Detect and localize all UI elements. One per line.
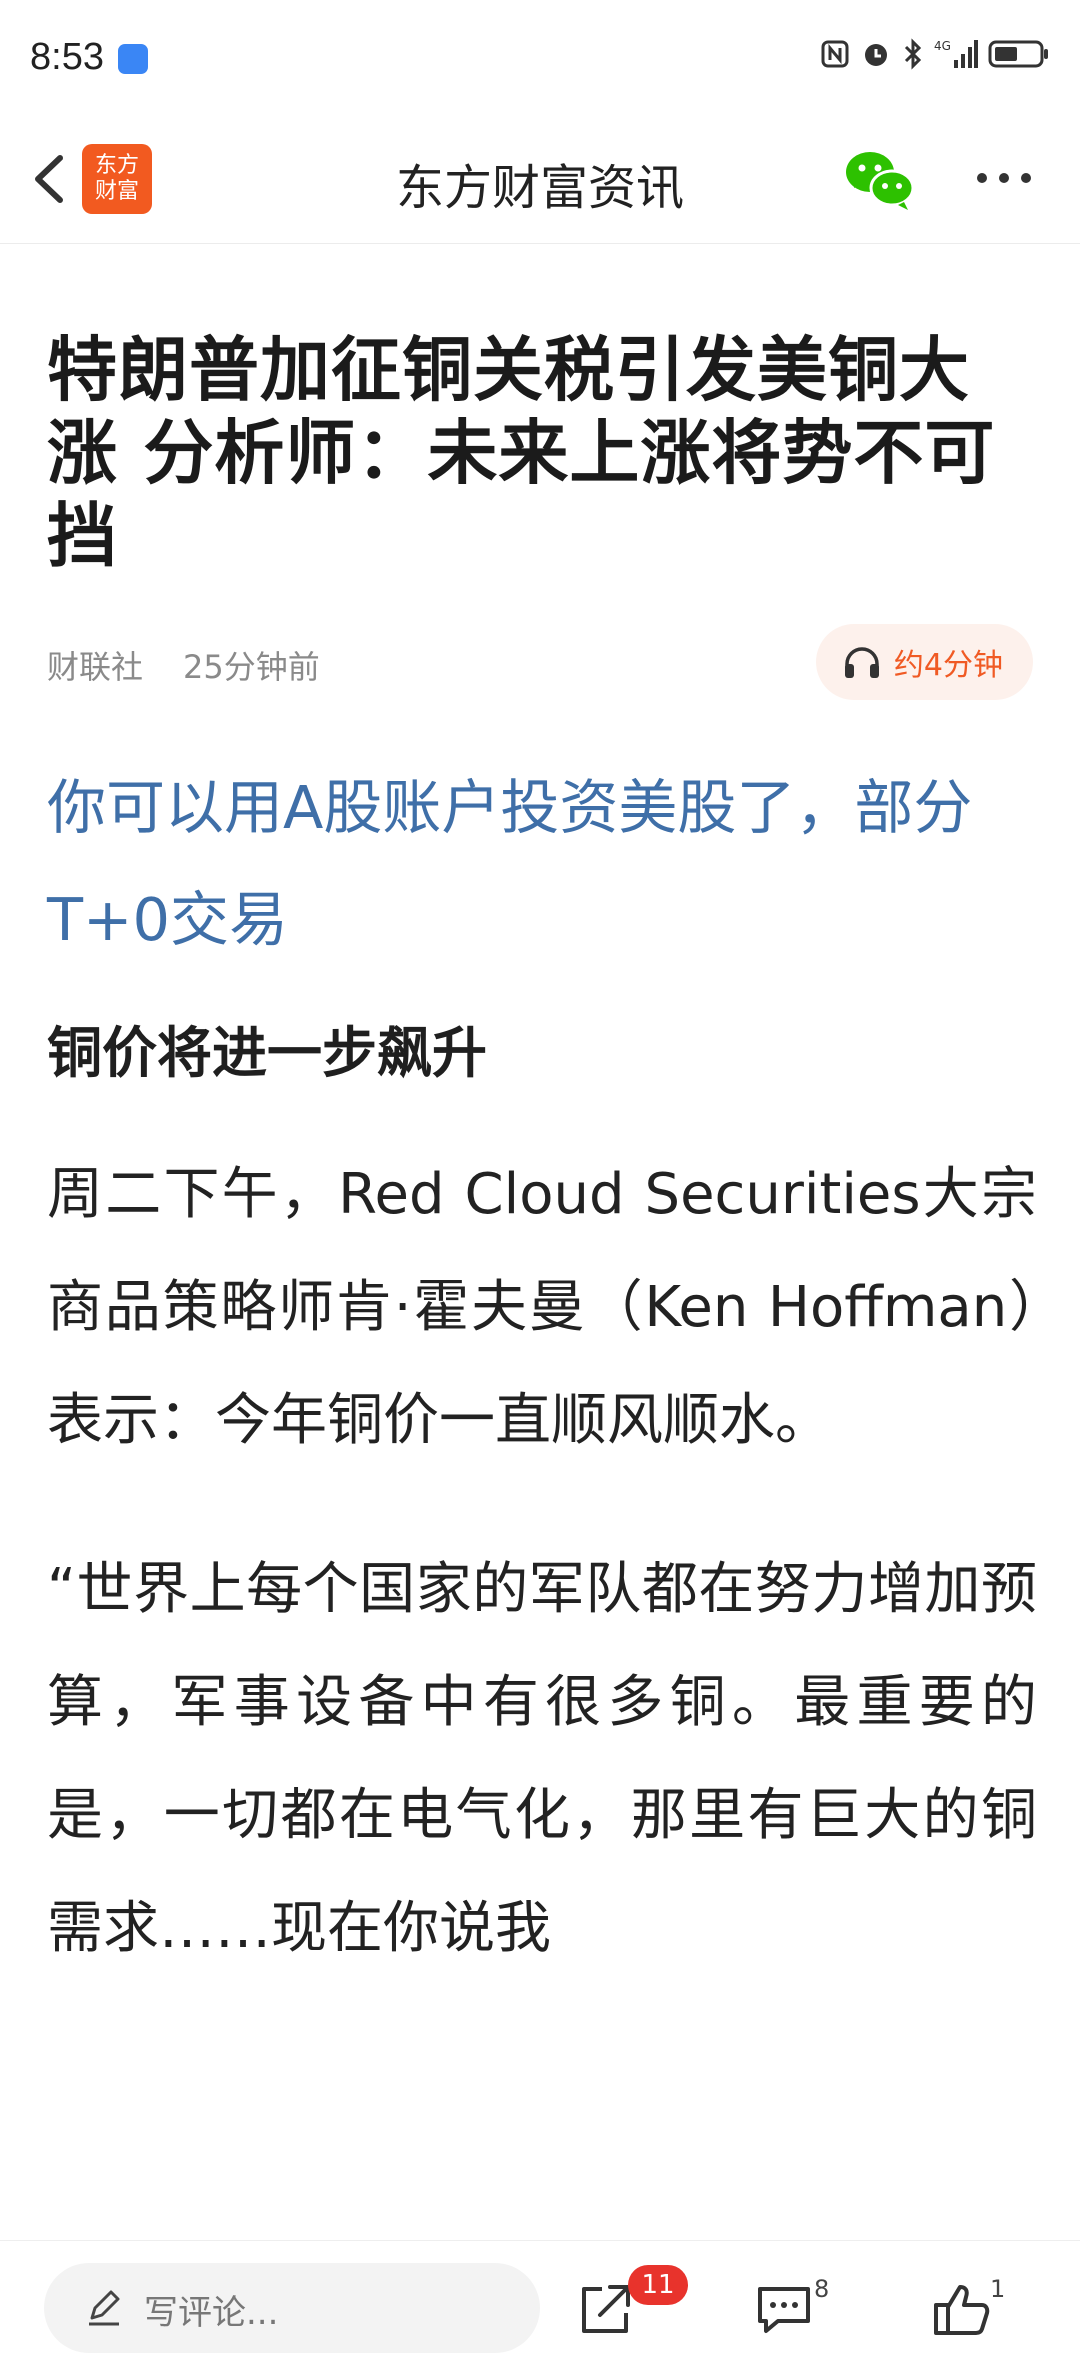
article-source: 财联社 [47, 648, 144, 686]
promo-link[interactable]: 你可以用A股账户投资美股了，部分T+0交易 [47, 752, 1037, 976]
battery-icon [988, 40, 1048, 68]
like-count: 1 [990, 2275, 1006, 2303]
share-badge: 11 [628, 2265, 688, 2305]
svg-text:4G: 4G [934, 39, 951, 53]
headphones-icon [844, 647, 879, 678]
nav-bar: 东方 财富 东方财富资讯 [0, 118, 1080, 244]
article-time: 25分钟前 [183, 648, 320, 686]
pencil-icon [89, 2290, 120, 2326]
article-paragraph: “世界上每个国家的军队都在努力增加预算，军事设备中有很多铜。最重要的是，一切都在… [47, 1557, 1037, 1961]
bluetooth-icon [904, 38, 922, 70]
listen-button[interactable]: 约4分钟 [815, 624, 1033, 700]
like-icon[interactable] [930, 2277, 994, 2341]
wechat-icon[interactable] [842, 144, 916, 214]
comment-placeholder: 写评论... [144, 2293, 279, 2333]
bottom-action-bar: 写评论... 11 8 1 [0, 2240, 1080, 2377]
nfc-icon [821, 40, 849, 68]
article-paragraph: 周二下午，Red Cloud Securities大宗商品策略师肯·霍夫曼（Ke… [47, 1162, 1037, 1453]
status-icons: 4G [820, 38, 1050, 70]
signal-icon: 4G [934, 39, 978, 68]
status-time: 8:53 [30, 36, 104, 78]
wifi-icon [118, 44, 148, 74]
listen-duration: 约4分钟 [893, 648, 1003, 683]
alarm-icon [865, 44, 887, 66]
status-bar: 8:53 4G [0, 0, 1080, 118]
article-subheading: 铜价将进一步飙升 [47, 1021, 488, 1085]
article-headline: 特朗普加征铜关税引发美铜大涨 分析师：未来上涨将势不可挡 [47, 329, 996, 577]
more-icon[interactable] [972, 148, 1036, 208]
comment-input[interactable]: 写评论... [44, 2263, 540, 2353]
article: 特朗普加征铜关税引发美铜大涨 分析师：未来上涨将势不可挡 财联社 25分钟前 约… [47, 243, 1037, 2041]
comment-count: 8 [814, 2275, 830, 2303]
comment-icon[interactable] [752, 2277, 816, 2341]
page-title: 东方财富资讯 [395, 160, 684, 216]
article-meta: 财联社 25分钟前 约4分钟 [47, 624, 1037, 704]
